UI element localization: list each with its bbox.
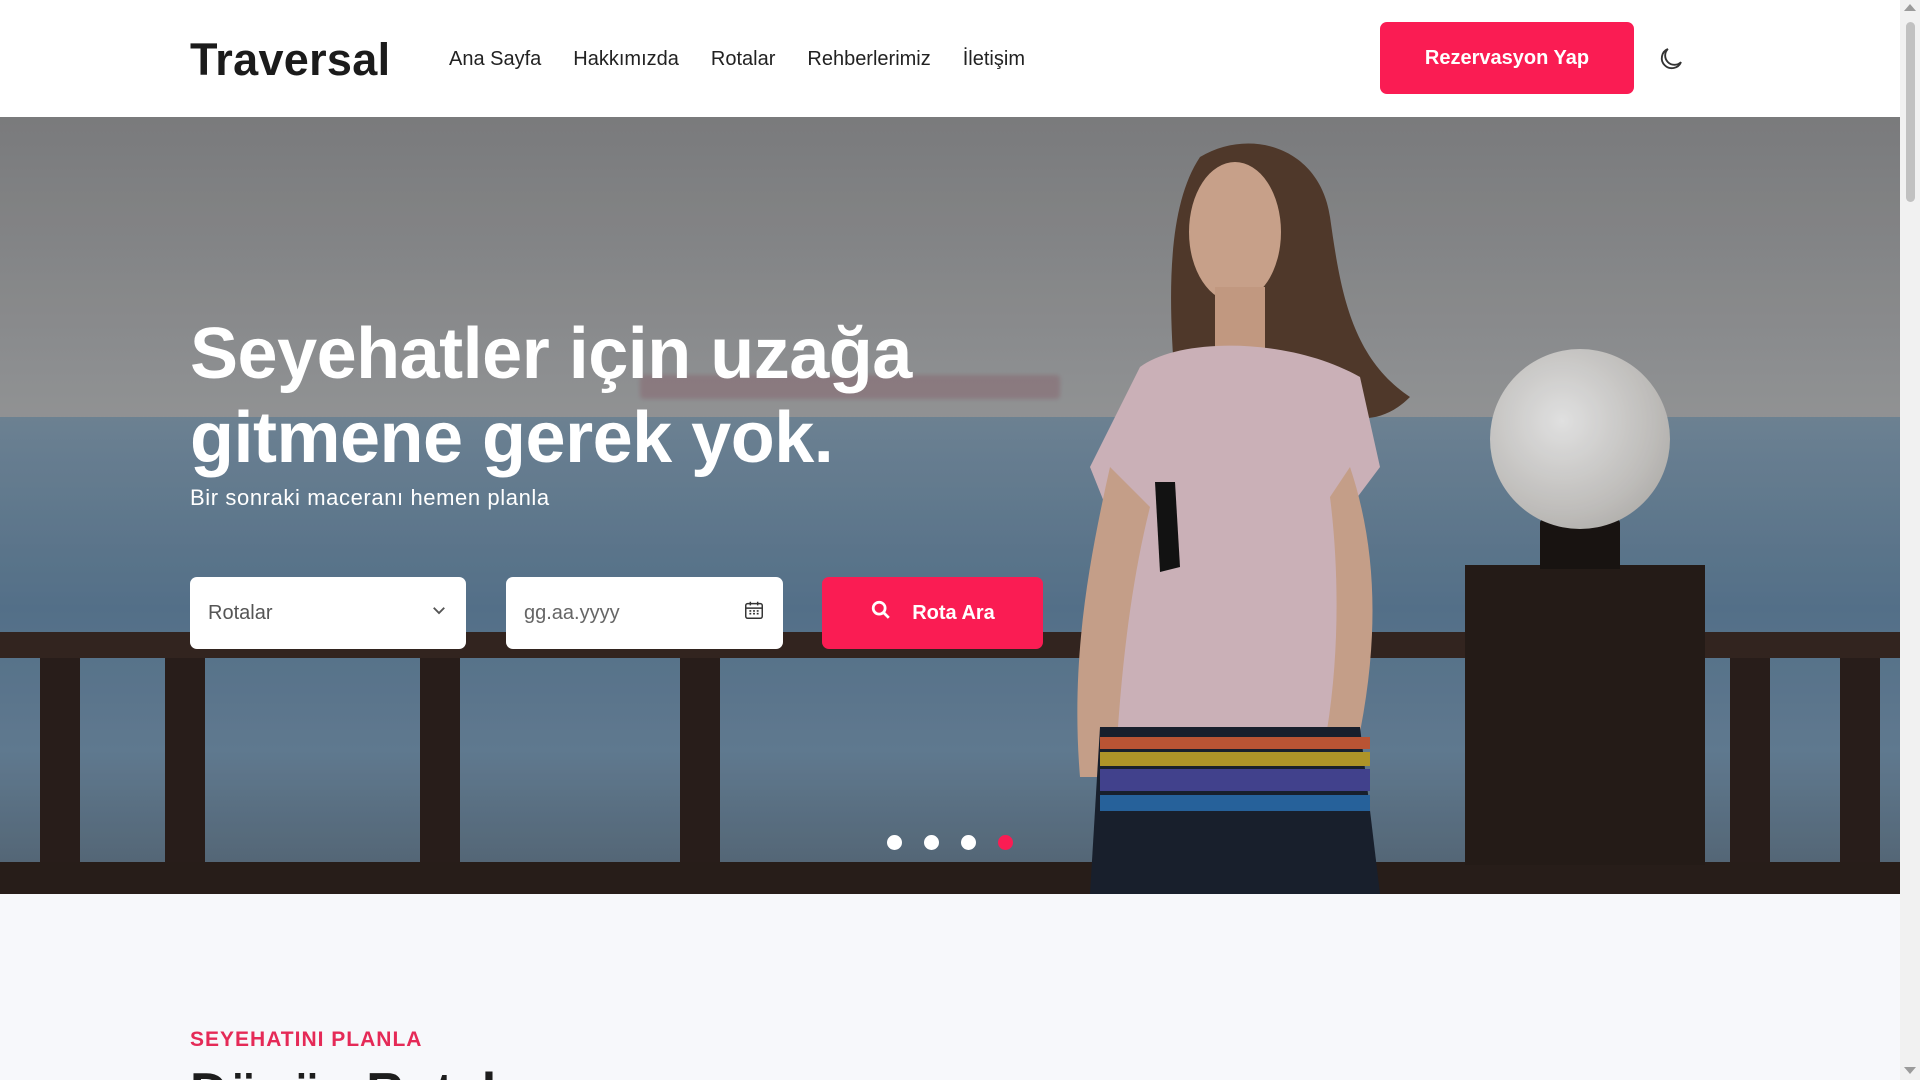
date-input[interactable]: gg.aa.yyyy [506,577,783,649]
section-title: Dönüş Rotaları [190,1062,560,1080]
chevron-down-icon [430,601,448,625]
hero-banner: Seyehatler için uzağa gitmene gerek yok.… [0,117,1900,894]
nav-item-home[interactable]: Ana Sayfa [449,46,541,72]
carousel-indicators [887,835,1013,850]
route-select[interactable]: Rotalar [190,577,466,649]
nav-item-about[interactable]: Hakkımızda [573,46,679,72]
scrollbar-thumb[interactable] [1906,22,1915,202]
hero-title: Seyehatler için uzağa gitmene gerek yok. [190,314,912,478]
route-select-value: Rotalar [208,601,273,624]
scroll-down-arrow-icon[interactable] [1904,1067,1916,1074]
nav-item-routes[interactable]: Rotalar [711,46,775,72]
carousel-dot[interactable] [924,835,939,850]
search-route-button[interactable]: Rota Ara [822,577,1043,649]
calendar-icon[interactable] [743,599,765,627]
nav-item-contact[interactable]: İletişim [963,46,1025,72]
carousel-dot[interactable] [887,835,902,850]
nav-item-guides[interactable]: Rehberlerimiz [807,46,930,72]
hero-subtitle: Bir sonraki maceranı hemen planla [190,485,550,510]
section-eyebrow: SEYEHATINI PLANLA [190,1028,423,1051]
logo[interactable]: Traversal [190,34,390,86]
search-icon [870,599,892,627]
carousel-dot[interactable] [961,835,976,850]
moon-icon[interactable] [1656,44,1686,74]
search-route-label: Rota Ara [912,601,995,624]
carousel-dot-active[interactable] [998,835,1013,850]
site-header: Traversal Ana Sayfa Hakkımızda Rotalar R… [0,0,1900,117]
scroll-up-arrow-icon[interactable] [1904,4,1916,11]
main-nav: Ana Sayfa Hakkımızda Rotalar Rehberlerim… [449,46,1057,72]
reservation-button[interactable]: Rezervasyon Yap [1380,22,1634,94]
date-input-placeholder: gg.aa.yyyy [524,601,620,624]
